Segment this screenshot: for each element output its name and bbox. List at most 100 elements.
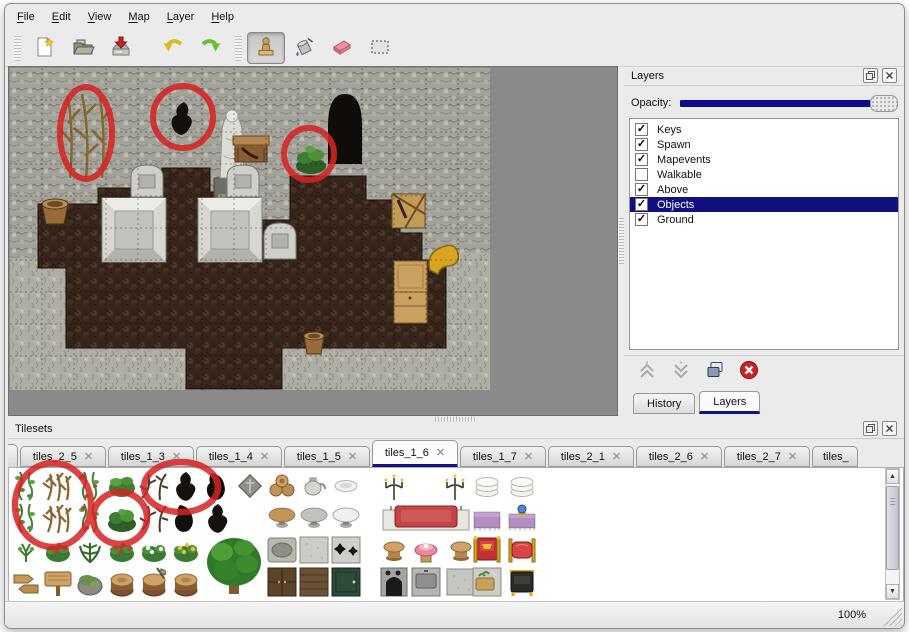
resize-grip[interactable] [881, 607, 902, 626]
close-panel-button[interactable] [882, 68, 897, 83]
cupboard-tile[interactable] [266, 566, 298, 598]
tileset-tab-tiles_2_7[interactable]: tiles_2_7✕ [724, 446, 810, 467]
select-tool-button[interactable] [361, 32, 399, 64]
round-metal-table-tile[interactable] [298, 502, 330, 534]
fern-tile[interactable] [74, 534, 106, 566]
layer-visibility-checkbox[interactable]: ✓ [635, 153, 648, 166]
tileset-tab-tiles_1_5[interactable]: tiles_1_5✕ [284, 446, 370, 467]
candelabra-tile[interactable] [439, 470, 471, 502]
tileset-tab-tiles_2_5[interactable]: tiles_2_5✕ [20, 446, 106, 467]
close-tab-icon[interactable]: ✕ [172, 450, 181, 463]
dry-branches-tile[interactable] [42, 470, 74, 502]
layer-row-above[interactable]: ✓Above [630, 182, 898, 197]
vine-plant-tile[interactable] [10, 470, 42, 502]
float-panel-button[interactable] [863, 68, 878, 83]
new-file-button[interactable] [26, 32, 64, 64]
candelabra-tile[interactable] [378, 470, 410, 502]
opacity-slider-handle[interactable] [870, 95, 898, 112]
arrow-sign-tile[interactable] [10, 566, 42, 598]
purple-table-tile[interactable] [471, 502, 503, 534]
gold-stove-tile[interactable] [506, 566, 538, 598]
duplicate-layer-button[interactable] [704, 360, 726, 382]
small-plant-tile[interactable] [10, 534, 42, 566]
cushion-seat-tile[interactable] [506, 534, 538, 566]
close-tab-icon[interactable]: ✕ [84, 450, 93, 463]
move-layer-up-button[interactable] [636, 360, 658, 382]
vine-plant-tile[interactable] [10, 502, 42, 534]
delete-layer-button[interactable] [738, 360, 760, 382]
log-pile-tile[interactable] [266, 470, 298, 502]
close-tab-icon[interactable]: ✕ [612, 450, 621, 463]
tileset-tab-tiles_1_7[interactable]: tiles_1_7✕ [460, 446, 546, 467]
bush-clump-tile[interactable] [106, 470, 138, 502]
save-button[interactable] [102, 32, 140, 64]
tree-stump-tile[interactable] [170, 566, 202, 598]
wood-stool-tile[interactable] [378, 534, 410, 566]
layer-visibility-checkbox[interactable] [635, 168, 648, 181]
layer-visibility-checkbox[interactable]: ✓ [635, 138, 648, 151]
layer-visibility-checkbox[interactable]: ✓ [635, 123, 648, 136]
banquet-table-tile[interactable] [381, 502, 471, 534]
close-panel-button[interactable] [882, 421, 897, 436]
panel-tab-layers[interactable]: Layers [699, 391, 760, 414]
close-tab-icon[interactable]: ✕ [524, 450, 533, 463]
sign-board-tile[interactable] [42, 566, 74, 598]
layer-row-spawn[interactable]: ✓Spawn [630, 137, 898, 152]
teapot-tile[interactable] [298, 470, 330, 502]
menu-item-map[interactable]: Map [128, 11, 149, 23]
toolbar-drag-handle[interactable] [14, 35, 21, 61]
throne-chair-tile[interactable] [471, 534, 503, 566]
stove-tile[interactable] [378, 566, 410, 598]
fill-tool-button[interactable] [285, 32, 323, 64]
toolbar-drag-handle[interactable] [235, 35, 242, 61]
tileset-tab-tiles_1_4[interactable]: tiles_1_4✕ [196, 446, 282, 467]
green-door-tile[interactable] [330, 566, 362, 598]
tree-stump-tile[interactable] [106, 566, 138, 598]
map-canvas[interactable] [10, 68, 490, 390]
tileset-tab-tiles_1_3[interactable]: tiles_1_3✕ [108, 446, 194, 467]
tileset-tab-tiles[interactable]: tiles_ [812, 446, 858, 467]
layer-visibility-checkbox[interactable]: ✓ [635, 198, 648, 211]
yellow-flowers-bush-tile[interactable] [170, 534, 202, 566]
undo-button[interactable] [154, 32, 192, 64]
menu-item-layer[interactable]: Layer [167, 11, 195, 23]
menu-item-edit[interactable]: Edit [52, 11, 71, 23]
tileset-tab-tiles_2_6[interactable]: tiles_2_6✕ [636, 446, 722, 467]
rune-stone-tile[interactable] [234, 470, 266, 502]
opacity-slider-track[interactable] [680, 100, 873, 107]
menu-item-view[interactable]: View [88, 11, 112, 23]
dark-shape-tile[interactable] [202, 502, 234, 534]
menu-item-file[interactable]: File [17, 11, 35, 23]
cutting-board-tile[interactable] [471, 566, 503, 598]
stamp-tool-button[interactable] [247, 32, 285, 64]
layer-row-mapevents[interactable]: ✓Mapevents [630, 152, 898, 167]
tileset-scrollbar[interactable]: ▲ ▼ [885, 468, 900, 600]
counter-tile[interactable] [298, 534, 330, 566]
scroll-up-button[interactable]: ▲ [886, 469, 899, 484]
plate-stack-tile[interactable] [471, 470, 503, 502]
close-tab-icon[interactable]: ✕ [700, 450, 709, 463]
layer-visibility-checkbox[interactable]: ✓ [635, 183, 648, 196]
layer-row-keys[interactable]: ✓Keys [630, 122, 898, 137]
scroll-down-button[interactable]: ▼ [886, 584, 899, 599]
thorn-branches-tile[interactable] [138, 502, 170, 534]
shadow-figure-tile[interactable] [170, 470, 202, 502]
move-layer-down-button[interactable] [670, 360, 692, 382]
tileset-tab-tiles_2_1[interactable]: tiles_2_1✕ [548, 446, 634, 467]
stone-basin-tile[interactable] [266, 534, 298, 566]
open-file-button[interactable] [64, 32, 102, 64]
large-tree-tile[interactable] [202, 534, 266, 598]
shadow-bottom-tile[interactable] [170, 502, 202, 534]
layer-row-objects[interactable]: ✓Objects [630, 197, 898, 212]
vine-flowers-tile[interactable] [74, 470, 106, 502]
eraser-tool-button[interactable] [323, 32, 361, 64]
white-flowers-bush-tile[interactable] [138, 534, 170, 566]
layer-row-walkable[interactable]: Walkable [630, 167, 898, 182]
stump-axe-tile[interactable] [138, 566, 170, 598]
close-tab-icon[interactable]: ✕ [260, 450, 269, 463]
wood-planks-tile[interactable] [298, 566, 330, 598]
crystal-ball-table-tile[interactable] [506, 502, 538, 534]
redo-button[interactable] [192, 32, 230, 64]
tileset-content[interactable] [8, 467, 904, 602]
menu-item-help[interactable]: Help [211, 11, 234, 23]
